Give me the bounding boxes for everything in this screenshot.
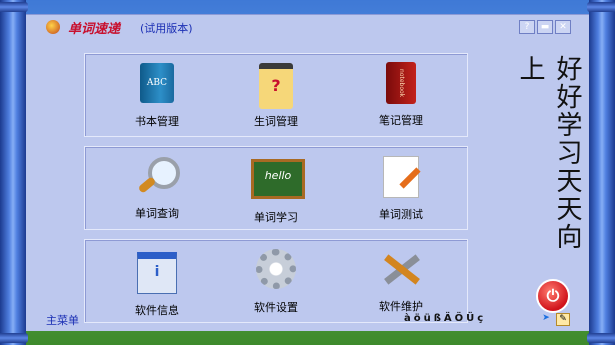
tools-icon	[376, 248, 426, 294]
document-pen-icon	[376, 156, 426, 202]
chalkboard-icon: hello	[251, 159, 305, 205]
motto-calligraphy: 好好学习天天向上	[515, 55, 582, 251]
software-maintenance-button[interactable]: 软件维护	[365, 246, 437, 318]
memo-icon: ?	[251, 63, 301, 109]
edit-icon[interactable]: ✎	[556, 313, 570, 326]
edition-label: (试用版本)	[140, 22, 193, 35]
pillar-cap	[587, 2, 615, 12]
book-management-button[interactable]: ABC 书本管理	[121, 60, 193, 132]
tile-label: 生词管理	[254, 115, 298, 128]
close-button[interactable]: ✕	[555, 20, 571, 34]
power-icon[interactable]: ⏻	[536, 279, 570, 313]
main-menu-label[interactable]: 主菜单	[46, 312, 79, 328]
pillar-cap	[0, 333, 28, 343]
left-pillar-decoration	[0, 0, 28, 345]
software-panel: i 软件信息 软件设置 软件维护	[84, 239, 468, 323]
help-button[interactable]: ?	[519, 20, 535, 34]
note-management-button[interactable]: notebook 笔记管理	[365, 60, 437, 132]
gear-icon	[251, 249, 301, 295]
study-panel: 单词查询 hello 单词学习 单词测试	[84, 146, 468, 230]
software-info-button[interactable]: i 软件信息	[121, 246, 193, 318]
new-word-management-button[interactable]: ? 生词管理	[240, 60, 312, 132]
tile-label: 书本管理	[135, 115, 179, 128]
app-name: 单词速递	[68, 22, 121, 37]
special-characters-bar[interactable]: àöüßÄÖÜç	[404, 313, 486, 324]
pillar-cap	[587, 333, 615, 343]
status-bar: 主菜单 àöüßÄÖÜç ➤ ✎	[26, 312, 589, 328]
word-lookup-button[interactable]: 单词查询	[121, 153, 193, 225]
main-window: 单词速递 (试用版本) ? ▬ ✕ ABC 书本管理 ? 生词管理 notebo…	[26, 14, 589, 331]
tile-label: 单词学习	[254, 211, 298, 224]
magnifier-icon	[132, 155, 182, 201]
tile-label: 单词测试	[379, 208, 423, 221]
right-pillar-decoration	[587, 0, 615, 345]
info-window-icon: i	[132, 252, 182, 298]
tile-label: 单词查询	[135, 207, 179, 220]
minimize-button[interactable]: ▬	[537, 20, 553, 34]
word-study-button[interactable]: hello 单词学习	[240, 153, 312, 225]
management-panel: ABC 书本管理 ? 生词管理 notebook 笔记管理	[84, 53, 468, 137]
title-bar[interactable]: 单词速递 (试用版本) ? ▬ ✕	[26, 15, 589, 37]
book-icon: ABC	[132, 63, 182, 109]
notebook-icon: notebook	[376, 62, 426, 108]
word-test-button[interactable]: 单词测试	[365, 153, 437, 225]
tile-label: 笔记管理	[379, 114, 423, 127]
software-settings-button[interactable]: 软件设置	[240, 246, 312, 318]
app-logo-icon	[46, 20, 60, 34]
pillar-cap	[0, 2, 28, 12]
arrow-icon[interactable]: ➤	[540, 313, 552, 324]
